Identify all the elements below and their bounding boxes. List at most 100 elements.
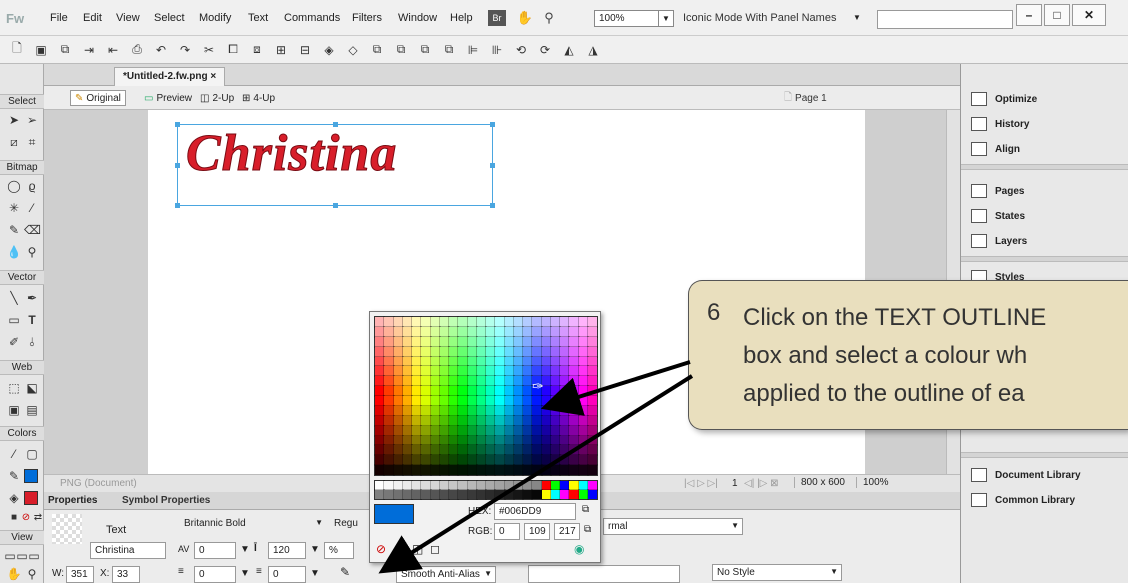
paste-icon[interactable]: ⧈ (248, 41, 266, 59)
grey-swatch[interactable] (531, 480, 543, 491)
blue-field[interactable]: 217 (554, 523, 580, 540)
color-swatch[interactable] (401, 335, 414, 348)
color-swatch[interactable] (586, 464, 599, 476)
color-swatch[interactable] (392, 404, 404, 417)
color-swatch[interactable] (540, 325, 552, 338)
color-swatch[interactable] (540, 355, 552, 368)
outline-mode-icon[interactable]: ◻ (430, 542, 440, 556)
color-swatch[interactable] (568, 434, 580, 447)
color-swatch[interactable] (484, 404, 497, 417)
color-swatch[interactable] (383, 316, 395, 328)
grey-swatch[interactable] (438, 480, 451, 491)
color-swatch[interactable] (494, 395, 506, 407)
grey-swatch[interactable] (401, 489, 414, 500)
grey-swatch[interactable] (577, 480, 589, 491)
color-swatch[interactable] (494, 414, 506, 427)
color-swatch[interactable] (383, 404, 395, 417)
color-swatch[interactable] (512, 395, 525, 407)
color-swatch[interactable] (410, 404, 423, 417)
color-swatch[interactable] (512, 355, 525, 368)
color-swatch[interactable] (466, 365, 478, 378)
color-swatch[interactable] (383, 375, 395, 388)
color-swatch[interactable] (558, 365, 571, 378)
grey-swatch[interactable] (392, 480, 404, 491)
color-swatch[interactable] (401, 385, 414, 397)
color-swatch[interactable] (540, 464, 552, 476)
color-swatch[interactable] (549, 355, 562, 368)
color-swatch[interactable] (457, 414, 469, 427)
color-swatch[interactable] (586, 345, 599, 358)
grey-swatch[interactable] (558, 480, 571, 491)
color-swatch[interactable] (410, 365, 423, 378)
color-swatch[interactable] (494, 444, 506, 457)
color-swatch[interactable] (438, 404, 451, 417)
open-icon[interactable]: ⧉ (56, 41, 74, 59)
color-swatch[interactable] (410, 385, 423, 397)
color-swatch[interactable] (475, 316, 488, 328)
color-swatch[interactable] (531, 325, 543, 338)
chevron-down-icon[interactable]: ▼ (310, 568, 320, 579)
color-swatch[interactable] (410, 414, 423, 427)
hex-field[interactable]: #006DD9 (494, 503, 576, 520)
color-swatch[interactable] (558, 316, 571, 328)
color-swatch[interactable] (484, 355, 497, 368)
color-swatch[interactable] (383, 414, 395, 427)
color-swatch[interactable] (503, 404, 515, 417)
color-swatch[interactable] (475, 375, 488, 388)
color-swatch[interactable] (447, 365, 460, 378)
color-swatch[interactable] (373, 424, 386, 437)
bridge-button[interactable]: Br (488, 10, 506, 26)
color-swatch[interactable] (521, 335, 534, 348)
color-swatch[interactable] (549, 385, 562, 397)
selection-handle[interactable] (175, 163, 180, 168)
color-swatch[interactable] (447, 325, 460, 338)
color-swatch[interactable] (549, 424, 562, 437)
join-icon[interactable]: ◈ (320, 41, 338, 59)
color-swatch[interactable] (383, 365, 395, 378)
color-swatch[interactable] (447, 464, 460, 476)
color-swatch[interactable] (577, 365, 589, 378)
color-swatch[interactable] (558, 355, 571, 368)
color-swatch[interactable] (531, 335, 543, 348)
antialias-dropdown[interactable]: Smooth Anti-Alias ▼ (396, 566, 496, 583)
subselect-tool-icon[interactable]: ➢ (24, 112, 40, 128)
color-swatch[interactable] (420, 355, 432, 368)
color-swatch[interactable] (401, 365, 414, 378)
color-swatch[interactable] (586, 434, 599, 447)
grey-swatch[interactable] (447, 489, 460, 500)
color-swatch[interactable] (475, 395, 488, 407)
grey-swatch[interactable] (586, 480, 599, 491)
grey-swatch[interactable] (438, 489, 451, 500)
slice-tool-icon[interactable]: ⬕ (24, 380, 40, 396)
save-icon[interactable]: ▣ (32, 41, 50, 59)
grey-swatch[interactable] (401, 480, 414, 491)
color-swatch[interactable] (475, 424, 488, 437)
color-swatch[interactable] (410, 325, 423, 338)
color-swatch[interactable] (503, 316, 515, 328)
color-swatch[interactable] (420, 464, 432, 476)
color-swatch[interactable] (540, 434, 552, 447)
color-swatch[interactable] (540, 444, 552, 457)
color-swatch[interactable] (503, 345, 515, 358)
color-swatch[interactable] (466, 355, 478, 368)
color-swatch[interactable] (521, 325, 534, 338)
lasso-tool-icon[interactable]: ϱ (24, 178, 40, 194)
color-swatch[interactable] (392, 325, 404, 338)
color-swatch[interactable] (577, 414, 589, 427)
color-swatch[interactable] (540, 395, 552, 407)
grey-swatch[interactable] (484, 480, 497, 491)
color-swatch[interactable] (512, 365, 525, 378)
color-swatch[interactable] (392, 464, 404, 476)
color-swatch[interactable] (494, 325, 506, 338)
color-wheel-icon[interactable]: ◉ (574, 542, 584, 556)
menu-filters[interactable]: Filters (352, 12, 382, 24)
pointer-tool-icon[interactable]: ➤ (6, 112, 22, 128)
color-swatch[interactable] (494, 375, 506, 388)
color-swatch[interactable] (484, 444, 497, 457)
color-swatch[interactable] (577, 355, 589, 368)
grey-swatch[interactable] (540, 489, 552, 500)
grey-swatch[interactable] (447, 480, 460, 491)
color-swatch[interactable] (466, 464, 478, 476)
show-slices-icon[interactable]: ▤ (24, 402, 40, 418)
color-swatch[interactable] (484, 365, 497, 378)
